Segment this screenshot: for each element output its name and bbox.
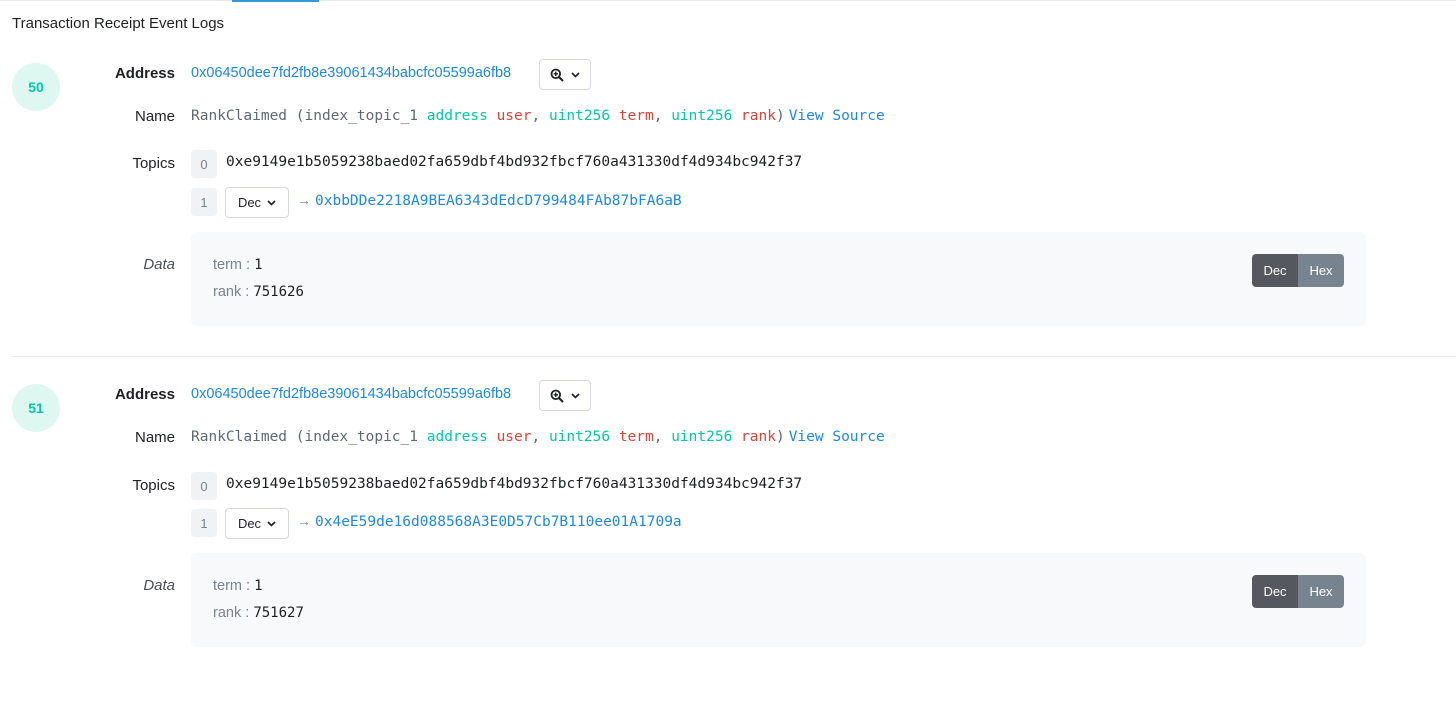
- param-type: uint256: [671, 108, 733, 124]
- param-name: user: [496, 429, 532, 445]
- param-prefix: index_topic_1: [304, 429, 419, 445]
- topic-address-link[interactable]: 0x4eE59de16d088568A3E0D57Cb7B110ee01A170…: [315, 514, 682, 530]
- data-format-toggle: Dec Hex: [1252, 254, 1344, 287]
- select-value: Dec: [237, 516, 262, 531]
- data-value: 1: [254, 578, 263, 594]
- contract-address-link[interactable]: 0x06450dee7fd2fb8e39061434babcfc05599a6f…: [191, 65, 511, 81]
- topic-index: 0: [191, 472, 217, 500]
- data-sep: :: [242, 578, 255, 594]
- data-value: 751626: [253, 284, 304, 300]
- address-label: Address: [114, 386, 175, 403]
- topic-index: 0: [191, 150, 217, 178]
- param-name: user: [496, 108, 532, 124]
- data-sep: :: [242, 257, 255, 273]
- param-prefix: index_topic_1: [304, 108, 419, 124]
- hex-button[interactable]: Hex: [1298, 575, 1344, 608]
- event-name: RankClaimed: [191, 108, 288, 124]
- name-label: Name: [134, 429, 175, 446]
- param-type: address: [426, 429, 488, 445]
- paren-close: ): [775, 108, 785, 124]
- chevron-down-icon: [267, 199, 276, 206]
- topics-label: Topics: [132, 155, 175, 172]
- param-name: rank: [741, 108, 776, 124]
- contract-address-link[interactable]: 0x06450dee7fd2fb8e39061434babcfc05599a6f…: [191, 386, 511, 402]
- search-plus-icon: [550, 68, 564, 82]
- topic-index: 1: [191, 509, 217, 537]
- param-sep: ,: [531, 108, 541, 124]
- data-value: 751627: [253, 605, 304, 621]
- event-log: 51 Address 0x06450dee7fd2fb8e39061434bab…: [0, 321, 1456, 647]
- dec-button[interactable]: Dec: [1252, 575, 1298, 608]
- event-signature: RankClaimed (index_topic_1 address user,…: [191, 429, 885, 445]
- dec-button[interactable]: Dec: [1252, 254, 1298, 287]
- paren-open: (: [295, 429, 305, 445]
- arrow-right-icon: →: [297, 192, 311, 208]
- data-row: rank : 751626: [213, 284, 304, 300]
- view-source-link[interactable]: View Source: [789, 429, 885, 445]
- param-type: uint256: [548, 429, 611, 445]
- data-value: 1: [254, 257, 263, 273]
- view-source-link[interactable]: View Source: [789, 108, 885, 124]
- data-key: term: [213, 257, 242, 273]
- topic-address-link[interactable]: 0xbbDDe2218A9BEA6343dEdcD799484FAb87bFA6…: [315, 193, 682, 209]
- search-plus-icon: [550, 389, 564, 403]
- param-name: term: [618, 429, 654, 445]
- topic-index: 1: [191, 188, 217, 216]
- data-sep: :: [241, 284, 254, 300]
- param-sep: ,: [653, 108, 663, 124]
- chevron-down-icon: [571, 392, 580, 399]
- event-signature: RankClaimed (index_topic_1 address user,…: [191, 108, 885, 124]
- hex-button[interactable]: Hex: [1298, 254, 1344, 287]
- address-label: Address: [114, 65, 175, 82]
- data-key: rank: [213, 284, 242, 300]
- arrow-right-icon: →: [297, 513, 311, 529]
- address-lookup-dropdown[interactable]: [539, 380, 591, 411]
- name-label: Name: [134, 108, 175, 125]
- param-sep: ,: [653, 429, 663, 445]
- param-name: term: [618, 108, 654, 124]
- data-row: term : 1: [213, 257, 263, 273]
- event-log: 50 Address 0x06450dee7fd2fb8e39061434bab…: [0, 0, 1456, 326]
- data-key: rank: [213, 605, 242, 621]
- data-sep: :: [241, 605, 254, 621]
- topics-label: Topics: [132, 477, 175, 494]
- data-format-toggle: Dec Hex: [1252, 575, 1344, 608]
- paren-open: (: [295, 108, 305, 124]
- select-value: Dec: [237, 195, 262, 210]
- chevron-down-icon: [267, 520, 276, 527]
- topic-format-select[interactable]: Dec: [225, 508, 289, 539]
- chevron-down-icon: [571, 71, 580, 78]
- param-type: uint256: [671, 429, 733, 445]
- data-box: term : 1 rank : 751626 Dec Hex: [191, 232, 1366, 326]
- data-label: Data: [143, 256, 175, 273]
- data-key: term: [213, 578, 242, 594]
- topic-hash: 0xe9149e1b5059238baed02fa659dbf4bd932fbc…: [226, 476, 803, 492]
- param-type: uint256: [548, 108, 611, 124]
- param-sep: ,: [531, 429, 541, 445]
- data-label: Data: [143, 577, 175, 594]
- data-row: rank : 751627: [213, 605, 304, 621]
- address-lookup-dropdown[interactable]: [539, 59, 591, 90]
- topic-format-select[interactable]: Dec: [225, 187, 289, 218]
- log-index-badge: 51: [12, 384, 60, 432]
- param-type: address: [426, 108, 488, 124]
- param-name: rank: [741, 429, 776, 445]
- data-row: term : 1: [213, 578, 263, 594]
- log-index-badge: 50: [12, 63, 60, 111]
- paren-close: ): [775, 429, 785, 445]
- event-name: RankClaimed: [191, 429, 288, 445]
- data-box: term : 1 rank : 751627 Dec Hex: [191, 553, 1366, 647]
- topic-hash: 0xe9149e1b5059238baed02fa659dbf4bd932fbc…: [226, 154, 803, 170]
